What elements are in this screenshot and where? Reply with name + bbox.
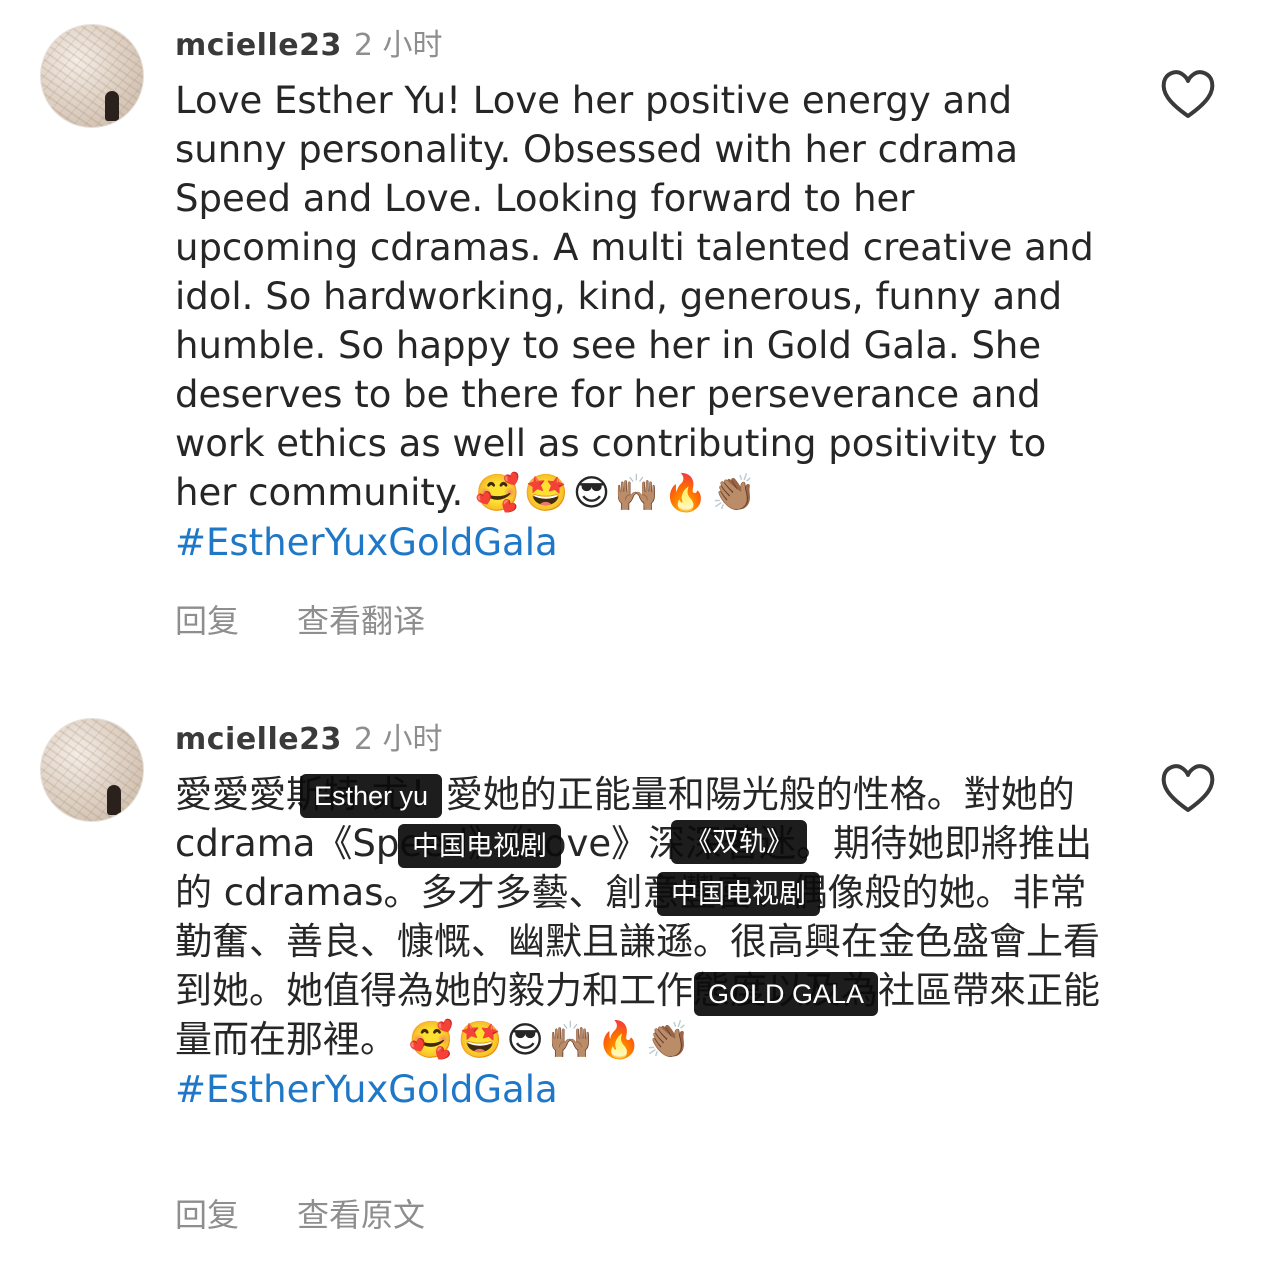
avatar-texture [41,719,143,821]
avatar-figure [105,91,119,121]
tag-overlay-cdrama[interactable]: 中国电视剧 [398,824,561,868]
reply-button[interactable]: 回复 [175,596,239,642]
hashtag-link[interactable]: #EstherYuxGoldGala [175,1068,558,1111]
hashtag-link[interactable]: #EstherYuxGoldGala [175,521,558,564]
comment-item: mcielle23 2 小时 Love Esther Yu! Love her … [0,0,1279,690]
timestamp: 2 小时 [353,722,443,757]
tag-overlay-speed-and-love[interactable]: 《双轨》 [671,820,807,864]
username[interactable]: mcielle23 [175,28,342,63]
timestamp: 2 小时 [353,28,443,63]
reply-button[interactable]: 回复 [175,1190,239,1236]
comment-actions: 回复 查看翻译 [175,596,425,642]
username[interactable]: mcielle23 [175,722,342,757]
emoji-sequence: 🥰🤩😎🙌🏽🔥👏🏽 [408,1020,695,1061]
heart-outline-icon [1161,70,1215,118]
tag-overlay-esther-yu[interactable]: Esther yu [300,774,443,818]
avatar[interactable] [40,718,144,822]
see-original-button[interactable]: 查看原文 [297,1190,425,1236]
tag-overlay-cdramas[interactable]: 中国电视剧 [657,872,820,916]
like-button[interactable] [1158,760,1218,816]
see-translation-button[interactable]: 查看翻译 [297,596,425,642]
comment-text: Love Esther Yu! Love her positive energy… [175,76,1105,567]
like-button[interactable] [1158,66,1218,122]
comment-meta: mcielle23 2 小时 [175,20,442,63]
avatar-texture [41,25,143,127]
comment-text: 愛愛愛斯特·尤！愛她的正能量和陽光般的性格。對她的 cdrama《Speed》《… [175,770,1105,1114]
comment-item: mcielle23 2 小时 愛愛愛斯特·尤！愛她的正能量和陽光般的性格。對她的… [0,690,1279,1280]
tag-overlay-gold-gala[interactable]: GOLD GALA [694,972,879,1016]
comment-text-body: Love Esther Yu! Love her positive energy… [175,79,1094,514]
heart-outline-icon [1161,764,1215,812]
comment-actions: 回复 查看原文 [175,1190,425,1236]
comment-meta: mcielle23 2 小时 [175,714,442,757]
avatar-figure [107,785,121,815]
avatar[interactable] [40,24,144,128]
emoji-sequence: 🥰🤩😎🙌🏽🔥👏🏽 [475,473,761,514]
